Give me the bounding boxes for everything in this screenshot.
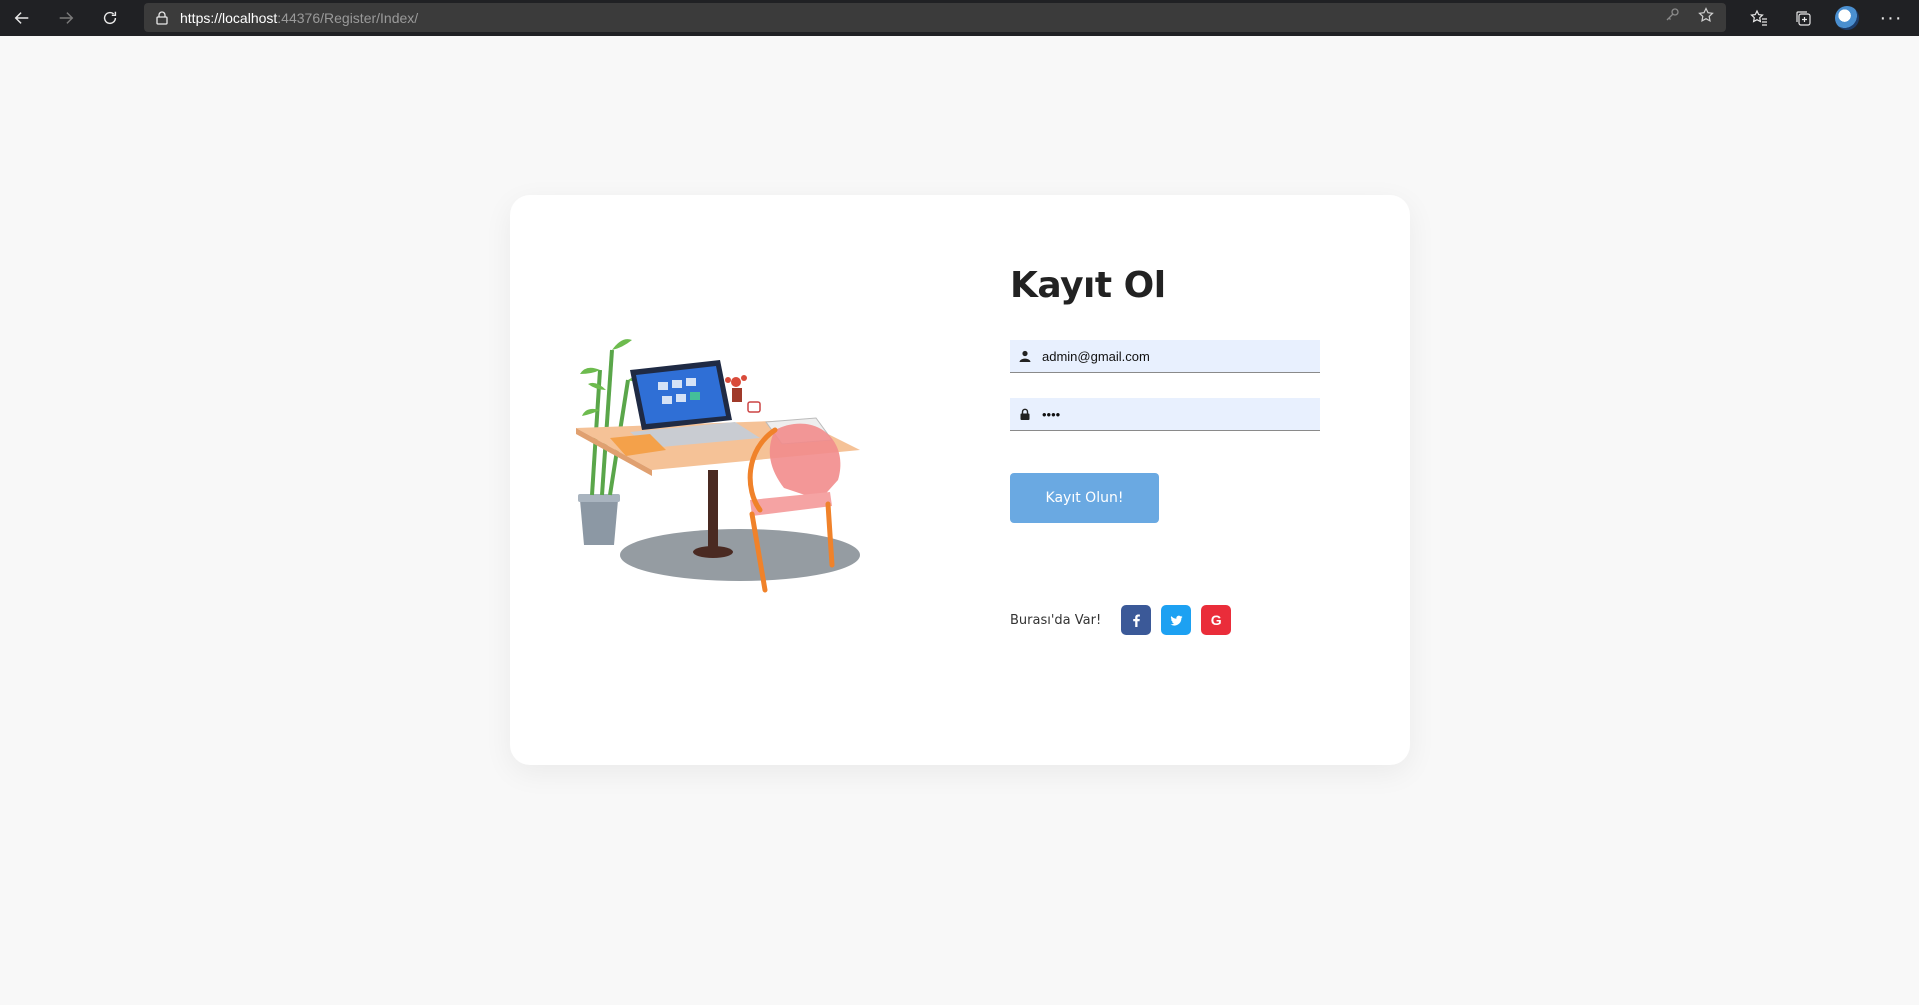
twitter-icon	[1170, 615, 1183, 626]
twitter-button[interactable]	[1161, 605, 1192, 635]
add-favorite-icon[interactable]	[1698, 7, 1714, 28]
address-bar[interactable]: https://localhost:44376/Register/Index/	[144, 3, 1726, 32]
browser-toolbar: https://localhost:44376/Register/Index/ …	[0, 0, 1919, 36]
register-form: Kayıt Ol Kayıt Olun! Burası'da Var! G	[1010, 265, 1325, 635]
reload-button[interactable]	[88, 0, 132, 36]
collections-button[interactable]	[1783, 0, 1823, 36]
password-field[interactable]	[1040, 399, 1310, 429]
url-path: :44376/Register/Index/	[277, 9, 419, 26]
profile-button[interactable]	[1827, 0, 1867, 36]
avatar	[1835, 6, 1859, 30]
google-button[interactable]: G	[1201, 605, 1232, 635]
user-icon	[1010, 350, 1040, 362]
facebook-button[interactable]	[1121, 605, 1152, 635]
password-field-wrapper	[1010, 398, 1320, 431]
page-title: Kayıt Ol	[1010, 265, 1166, 306]
password-key-icon[interactable]	[1664, 7, 1680, 28]
collections-icon	[1796, 11, 1811, 26]
forward-button[interactable]	[44, 0, 88, 36]
back-button[interactable]	[0, 0, 44, 36]
favorites-button[interactable]	[1739, 0, 1779, 36]
social-label: Burası'da Var!	[1010, 612, 1102, 628]
forward-arrow-icon	[59, 12, 74, 24]
more-icon: ···	[1879, 6, 1903, 29]
register-button[interactable]: Kayıt Olun!	[1010, 473, 1159, 523]
desk-illustration	[576, 339, 860, 593]
lock-icon	[1010, 408, 1040, 420]
url-text[interactable]: https://localhost:44376/Register/Index/	[180, 10, 418, 26]
social-login-row: Burası'da Var! G	[1010, 605, 1325, 635]
register-card: Kayıt Ol Kayıt Olun! Burası'da Var! G	[510, 195, 1410, 765]
back-arrow-icon	[14, 12, 29, 24]
reload-icon	[103, 11, 117, 25]
email-field-wrapper	[1010, 340, 1320, 373]
google-icon: G	[1210, 612, 1222, 628]
url-prefix: https://	[180, 9, 223, 26]
email-field[interactable]	[1040, 341, 1310, 371]
favorites-icon	[1750, 9, 1767, 26]
more-menu-button[interactable]: ···	[1871, 0, 1911, 36]
facebook-icon	[1132, 614, 1140, 627]
lock-icon[interactable]	[144, 10, 180, 25]
url-host: localhost	[222, 9, 278, 26]
